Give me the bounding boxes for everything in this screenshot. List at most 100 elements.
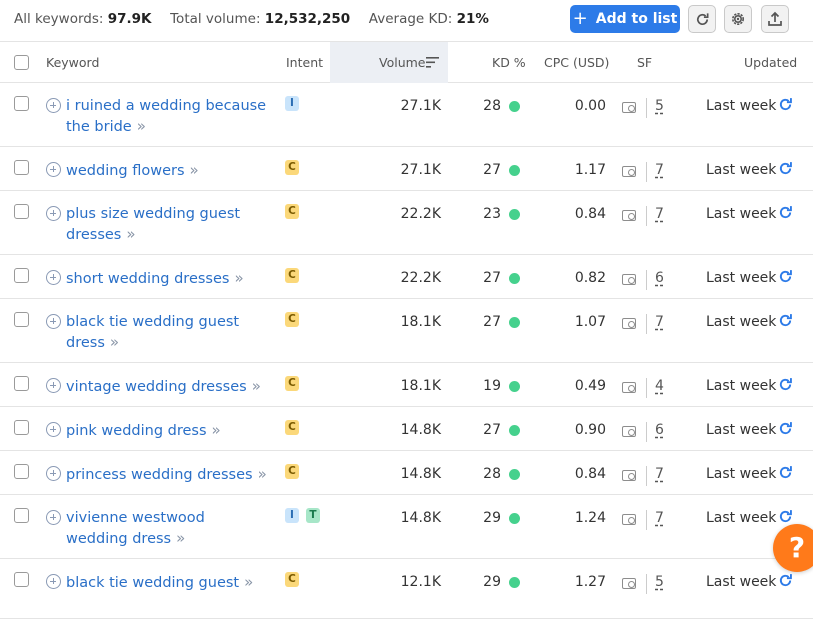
- add-keyword-icon[interactable]: [46, 314, 61, 329]
- export-button[interactable]: [761, 5, 789, 33]
- divider: [646, 314, 647, 334]
- keyword-text[interactable]: i ruined a wedding because the bride: [66, 98, 266, 135]
- keyword-link[interactable]: short wedding dresses »: [46, 268, 271, 289]
- help-button[interactable]: ?: [773, 524, 813, 572]
- serp-features-icon[interactable]: [622, 578, 636, 589]
- double-chevron-icon[interactable]: »: [258, 465, 267, 483]
- double-chevron-icon[interactable]: »: [190, 161, 199, 179]
- add-keyword-icon[interactable]: [46, 162, 61, 177]
- double-chevron-icon[interactable]: »: [137, 117, 146, 135]
- serp-features-icon[interactable]: [622, 318, 636, 329]
- refresh-row-icon[interactable]: [778, 313, 793, 328]
- serp-features-icon[interactable]: [622, 274, 636, 285]
- keyword-link[interactable]: vivienne westwood wedding dress»: [46, 508, 271, 549]
- double-chevron-icon[interactable]: »: [110, 333, 119, 351]
- refresh-row-icon[interactable]: [778, 573, 793, 588]
- keyword-text[interactable]: plus size wedding guest dresses: [66, 206, 240, 243]
- row-checkbox[interactable]: [14, 464, 29, 479]
- serp-features-icon[interactable]: [622, 102, 636, 113]
- add-to-list-label: Add to list: [595, 11, 678, 27]
- serp-features-count[interactable]: 7: [655, 204, 664, 224]
- row-checkbox[interactable]: [14, 160, 29, 175]
- kd-value: 27: [483, 270, 501, 286]
- col-kd[interactable]: KD %: [492, 55, 526, 70]
- refresh-row-icon[interactable]: [778, 509, 793, 524]
- serp-features-count[interactable]: 7: [655, 464, 664, 484]
- double-chevron-icon[interactable]: »: [176, 529, 185, 547]
- add-keyword-icon[interactable]: [46, 98, 61, 113]
- double-chevron-icon[interactable]: »: [212, 421, 221, 439]
- refresh-row-icon[interactable]: [778, 269, 793, 284]
- serp-features-icon[interactable]: [622, 210, 636, 221]
- row-checkbox[interactable]: [14, 420, 29, 435]
- add-keyword-icon[interactable]: [46, 574, 61, 589]
- row-checkbox[interactable]: [14, 204, 29, 219]
- sort-desc-icon[interactable]: [426, 57, 439, 68]
- serp-features-icon[interactable]: [622, 470, 636, 481]
- serp-features-icon[interactable]: [622, 426, 636, 437]
- add-keyword-icon[interactable]: [46, 466, 61, 481]
- serp-features-count[interactable]: 7: [655, 508, 664, 528]
- keyword-text[interactable]: short wedding dresses: [66, 271, 229, 287]
- refresh-row-icon[interactable]: [778, 205, 793, 220]
- add-keyword-icon[interactable]: [46, 270, 61, 285]
- serp-features-icon[interactable]: [622, 166, 636, 177]
- double-chevron-icon[interactable]: »: [234, 269, 243, 287]
- add-to-list-button[interactable]: + Add to list: [570, 5, 680, 33]
- refresh-button[interactable]: [688, 5, 716, 33]
- keyword-link[interactable]: black tie wedding guest dress»: [46, 312, 271, 353]
- keyword-text[interactable]: vivienne westwood wedding dress: [66, 510, 205, 547]
- double-chevron-icon[interactable]: »: [244, 573, 253, 591]
- refresh-row-icon[interactable]: [778, 465, 793, 480]
- keyword-link[interactable]: black tie wedding guest »: [46, 572, 271, 593]
- double-chevron-icon[interactable]: »: [252, 377, 261, 395]
- settings-button[interactable]: [724, 5, 752, 33]
- serp-features-count[interactable]: 6: [655, 268, 664, 288]
- keyword-link[interactable]: i ruined a wedding because the bride»: [46, 96, 271, 137]
- keyword-text[interactable]: princess wedding dresses: [66, 467, 253, 483]
- select-all-checkbox[interactable]: [14, 55, 29, 70]
- keyword-text[interactable]: black tie wedding guest dress: [66, 314, 239, 351]
- keyword-text[interactable]: vintage wedding dresses: [66, 379, 247, 395]
- col-sf[interactable]: SF: [637, 55, 652, 70]
- add-keyword-icon[interactable]: [46, 422, 61, 437]
- serp-features-count[interactable]: 6: [655, 420, 664, 440]
- add-keyword-icon[interactable]: [46, 510, 61, 525]
- refresh-row-icon[interactable]: [778, 421, 793, 436]
- serp-features-count[interactable]: 5: [655, 572, 664, 592]
- serp-features-count[interactable]: 4: [655, 376, 664, 396]
- keyword-link[interactable]: plus size wedding guest dresses»: [46, 204, 271, 245]
- row-checkbox[interactable]: [14, 268, 29, 283]
- add-keyword-icon[interactable]: [46, 378, 61, 393]
- refresh-row-icon[interactable]: [778, 377, 793, 392]
- keyword-link[interactable]: pink wedding dress »: [46, 420, 271, 441]
- serp-features-icon[interactable]: [622, 382, 636, 393]
- divider: [646, 466, 647, 486]
- col-volume[interactable]: Volume: [379, 55, 426, 70]
- keyword-text[interactable]: wedding flowers: [66, 163, 185, 179]
- row-checkbox[interactable]: [14, 376, 29, 391]
- refresh-row-icon[interactable]: [778, 161, 793, 176]
- refresh-row-icon[interactable]: [778, 97, 793, 112]
- keyword-text[interactable]: pink wedding dress: [66, 423, 207, 439]
- serp-features-count[interactable]: 5: [655, 96, 664, 116]
- keyword-link[interactable]: princess wedding dresses »: [46, 464, 271, 485]
- col-updated[interactable]: Updated: [744, 55, 797, 70]
- row-checkbox[interactable]: [14, 508, 29, 523]
- keyword-link[interactable]: vintage wedding dresses »: [46, 376, 271, 397]
- keyword-text[interactable]: black tie wedding guest: [66, 575, 239, 591]
- add-keyword-icon[interactable]: [46, 206, 61, 221]
- col-cpc[interactable]: CPC (USD): [544, 55, 609, 70]
- table-row: vivienne westwood wedding dress» I T 14.8K 2…: [0, 495, 813, 559]
- serp-features-count[interactable]: 7: [655, 160, 664, 180]
- row-checkbox[interactable]: [14, 312, 29, 327]
- double-chevron-icon[interactable]: »: [126, 225, 135, 243]
- col-keyword[interactable]: Keyword: [46, 55, 99, 70]
- col-intent[interactable]: Intent: [286, 55, 323, 70]
- serp-features-count[interactable]: 7: [655, 312, 664, 332]
- kd-value: 27: [483, 314, 501, 330]
- keyword-link[interactable]: wedding flowers »: [46, 160, 271, 181]
- row-checkbox[interactable]: [14, 572, 29, 587]
- row-checkbox[interactable]: [14, 96, 29, 111]
- serp-features-icon[interactable]: [622, 514, 636, 525]
